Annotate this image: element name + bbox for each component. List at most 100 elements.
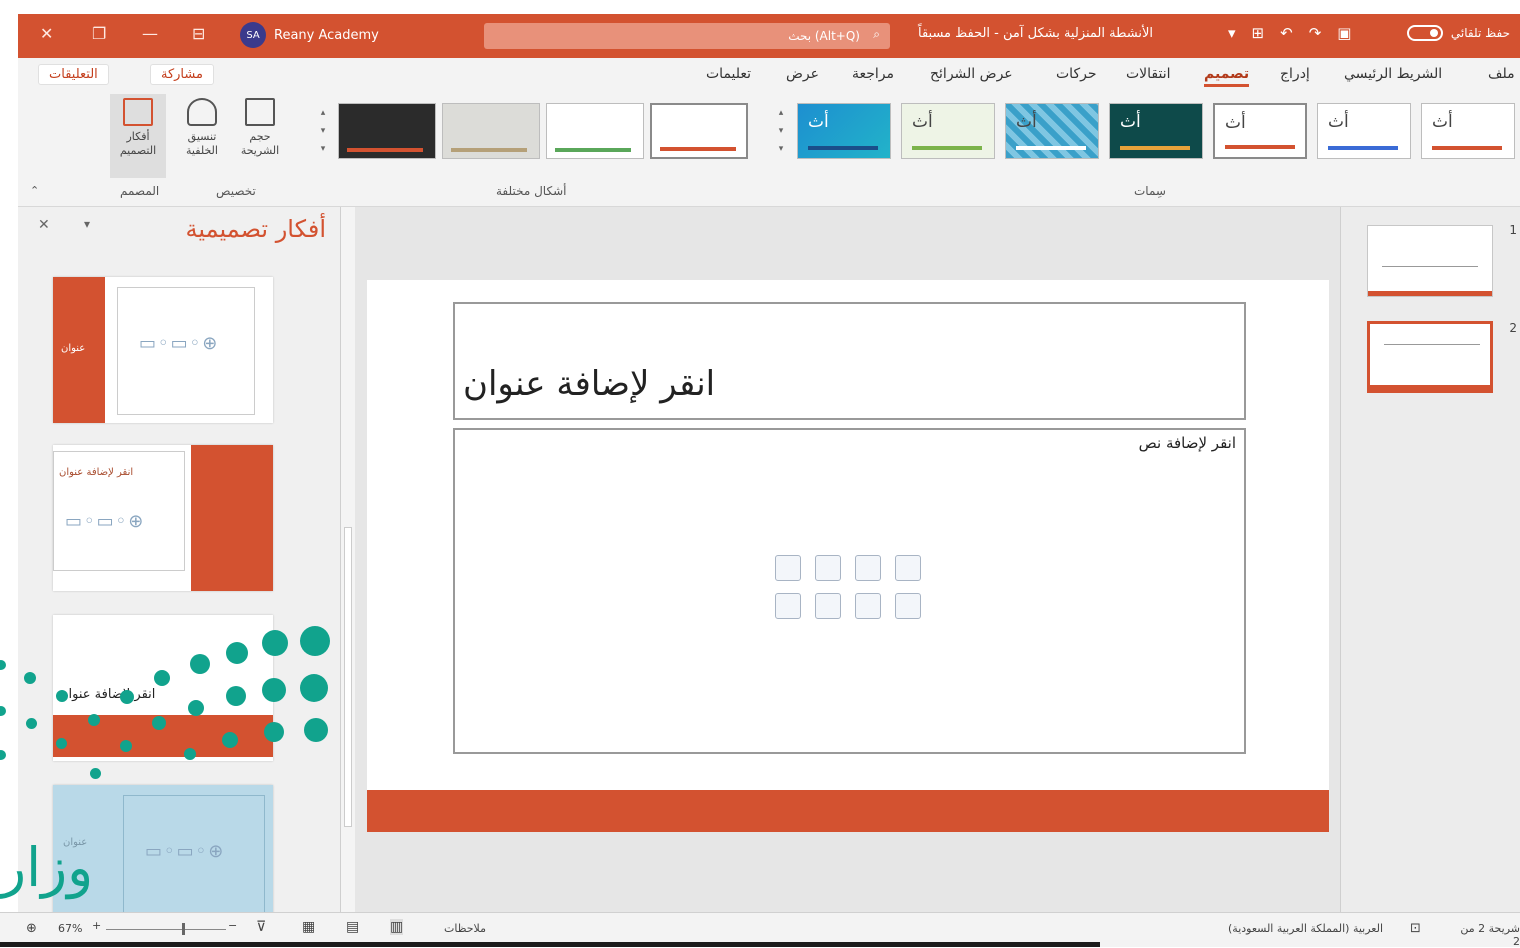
insert-picture-icon[interactable] [775, 593, 801, 619]
zoom-slider[interactable] [106, 929, 226, 930]
paint-bucket-icon [187, 98, 217, 126]
avatar: SA [240, 22, 266, 48]
theme-dark-teal[interactable]: أث [1109, 103, 1203, 159]
variant-1[interactable] [650, 103, 748, 159]
language-indicator: العربية (المملكة العربية السعودية) [1228, 922, 1384, 935]
zoom-level[interactable]: 67% [58, 922, 82, 935]
tab-review[interactable]: مراجعة [852, 66, 894, 82]
design-ideas-button[interactable]: أفكار التصميم [110, 94, 166, 178]
autosave-toggle[interactable] [1406, 25, 1443, 41]
theme-facet[interactable]: أث [1213, 103, 1307, 159]
design-ideas-pane: ✕ ▾ أفكار تصميمية عنوان ▭◦▭◦⊕ انقر لإضاف… [18, 207, 341, 931]
slide-size-label: حجم الشريحة [240, 130, 280, 158]
search-placeholder: بحث (Alt+Q) [788, 29, 860, 43]
insert-stock-image-icon[interactable] [815, 593, 841, 619]
pane-scrollbar[interactable] [341, 207, 355, 912]
design-idea-4[interactable]: عنوان ▭◦▭◦⊕ [53, 785, 273, 931]
document-title[interactable]: الأنشطة المنزلية بشكل آمن - الحفظ مسبقاً [918, 26, 1153, 41]
tab-insert[interactable]: إدراج [1280, 66, 1310, 82]
tab-design[interactable]: تصميم [1204, 66, 1250, 87]
fit-slide-icon[interactable]: ⊕ [26, 921, 37, 936]
theme-blue[interactable]: أث [797, 103, 891, 159]
notes-button[interactable]: ملاحظات [444, 922, 486, 935]
comments-button[interactable]: التعليقات [38, 64, 109, 85]
present-icon[interactable]: ⊞ [1252, 24, 1265, 42]
scroll-thumb[interactable] [344, 527, 352, 827]
search-input[interactable]: بحث (Alt+Q) ⌕ [484, 23, 890, 49]
tab-help[interactable]: تعليمات [706, 66, 751, 82]
tab-slideshow[interactable]: عرض الشرائح [930, 66, 1013, 82]
save-icon[interactable]: ▣ [1337, 24, 1351, 42]
slide-footer-band [367, 790, 1329, 832]
pane-menu-icon[interactable]: ▾ [84, 217, 90, 231]
customize-icon[interactable]: ▾ [1228, 24, 1236, 42]
theme-office-2[interactable]: أث [1317, 103, 1411, 159]
title-bar: ✕ ❐ — ⊟ SA Reany Academy بحث (Alt+Q) ⌕ ا… [18, 14, 1520, 58]
slide-number: 1 [1509, 223, 1517, 237]
group-themes-label: سِمات [1134, 184, 1166, 198]
tab-transitions[interactable]: انتقالات [1126, 66, 1171, 82]
themes-scroll[interactable]: ▴ ▾ ▾ [774, 104, 788, 160]
design-idea-1[interactable]: عنوان ▭◦▭◦⊕ [53, 277, 273, 423]
theme-office[interactable]: أث [1421, 103, 1515, 159]
variant-2[interactable] [546, 103, 644, 159]
tab-view[interactable]: عرض [786, 66, 819, 82]
taskbar-strip [0, 942, 1100, 947]
slide-size-icon [245, 98, 275, 126]
tab-file[interactable]: ملف [1488, 66, 1515, 82]
diagram-icon: ▭◦▭◦⊕ [139, 333, 220, 354]
undo-icon[interactable]: ↶ [1280, 24, 1293, 42]
slide-sorter-icon[interactable]: ▤ [346, 919, 359, 935]
variants-scroll[interactable]: ▴ ▾ ▾ [316, 104, 330, 160]
close-window-icon[interactable]: ✕ [40, 24, 53, 43]
collapse-ribbon-icon[interactable]: ⌃ [30, 184, 39, 197]
tab-animations[interactable]: حركات [1056, 66, 1097, 82]
design-ideas-icon [123, 98, 153, 126]
variant-3[interactable] [442, 103, 540, 159]
zoom-in-icon[interactable]: − [228, 919, 237, 932]
minimize-window-icon[interactable]: — [142, 24, 158, 43]
presenter-view-icon[interactable]: ⊽ [256, 919, 266, 935]
idea-label: عنوان [61, 343, 86, 354]
normal-view-icon[interactable]: ▥ [390, 919, 404, 935]
tab-home[interactable]: الشريط الرئيسي [1344, 66, 1442, 82]
close-icon[interactable]: ✕ [38, 217, 50, 233]
insert-table-icon[interactable] [775, 555, 801, 581]
design-idea-2[interactable]: انقر لإضافة عنوان ▭◦▭◦⊕ [53, 445, 273, 591]
zoom-out-icon[interactable]: + [92, 919, 101, 932]
insert-video-icon[interactable] [855, 593, 881, 619]
design-idea-3[interactable]: انقر لإضافة عنوان [53, 615, 273, 761]
title-placeholder[interactable]: انقر لإضافة عنوان [453, 302, 1246, 420]
insert-3d-model-icon[interactable] [895, 555, 921, 581]
theme-light-green[interactable]: أث [901, 103, 995, 159]
insert-chart-icon[interactable] [815, 555, 841, 581]
idea-label: انقر لإضافة عنوان [59, 467, 134, 478]
user-account[interactable]: SA Reany Academy [240, 22, 379, 48]
search-icon: ⌕ [873, 27, 880, 41]
reading-view-icon[interactable]: ▦ [302, 919, 315, 935]
format-background-label: تنسيق الخلفية [186, 130, 218, 158]
ribbon-display-icon[interactable]: ⊟ [192, 24, 205, 43]
accessibility-icon[interactable]: ⊡ [1410, 921, 1421, 936]
restore-window-icon[interactable]: ❐ [92, 24, 106, 43]
idea-label: عنوان [63, 837, 88, 848]
format-background-button[interactable]: تنسيق الخلفية [174, 98, 230, 159]
variant-4[interactable] [338, 103, 436, 159]
autosave: حفظ تلقائي [1406, 25, 1510, 41]
insert-smartart-icon[interactable] [855, 555, 881, 581]
slide-size-button[interactable]: حجم الشريحة [232, 98, 288, 159]
redo-icon[interactable]: ↷ [1309, 24, 1322, 42]
group-variants-label: أشكال مختلفة [496, 184, 567, 198]
zoom-slider-thumb[interactable] [182, 923, 185, 935]
theme-pattern[interactable]: أث [1005, 103, 1099, 159]
slide-thumbnails-panel: 1 2 [1340, 207, 1520, 912]
theme-glyph: أث [808, 112, 829, 132]
theme-glyph: أث [912, 112, 933, 132]
slide-thumbnail-2[interactable] [1367, 321, 1493, 393]
content-placeholder-text: انقر لإضافة نص [1138, 434, 1236, 452]
content-placeholder[interactable]: انقر لإضافة نص [453, 428, 1246, 754]
share-button[interactable]: مشاركة [150, 64, 214, 85]
insert-icons-icon[interactable] [895, 593, 921, 619]
group-designer-label: المصمم [120, 184, 160, 198]
slide-thumbnail-1[interactable] [1367, 225, 1493, 297]
